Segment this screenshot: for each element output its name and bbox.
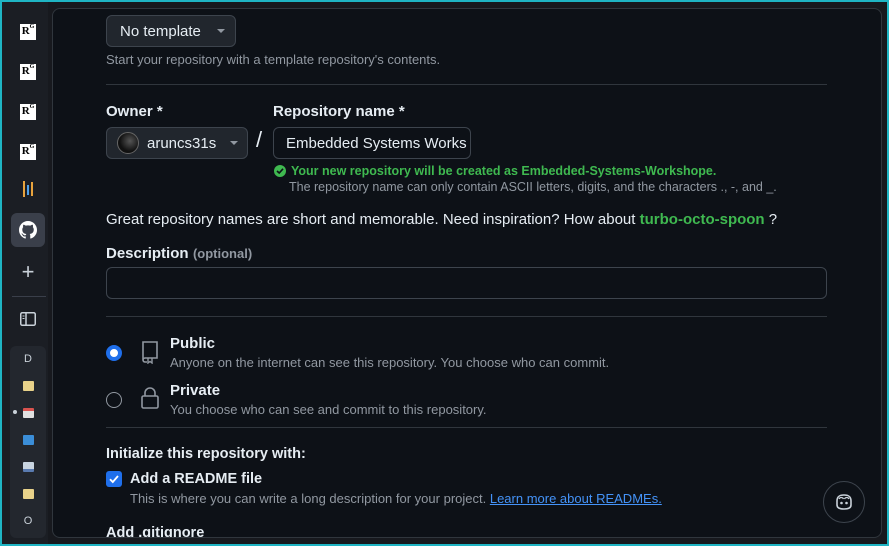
notepad-icon <box>22 489 34 499</box>
sidebar-app-3[interactable]: RG <box>11 95 45 129</box>
description-label-text: Description <box>106 245 189 262</box>
public-radio[interactable] <box>106 345 122 361</box>
caret-down-icon <box>230 141 239 145</box>
private-title: Private <box>170 382 221 399</box>
sidebar-tab-chart[interactable] <box>20 459 36 475</box>
public-title: Public <box>170 335 216 352</box>
caret-down-icon <box>216 29 225 33</box>
sidebar-tab-folder[interactable] <box>20 432 36 448</box>
init-heading: Initialize this repository with: <box>106 446 306 462</box>
sidebar-panel-icon <box>20 312 36 326</box>
name-inspiration: Great repository names are short and mem… <box>106 211 777 228</box>
folder-icon <box>22 435 34 445</box>
avatar <box>117 132 139 154</box>
owner-value: aruncs31s <box>147 134 217 152</box>
private-desc: You choose who can see and commit to thi… <box>170 402 487 417</box>
calendar-icon <box>22 408 34 418</box>
check-circle-icon <box>274 165 286 177</box>
app-sidebar: RG RG RG RG + D O <box>2 2 48 544</box>
sidebar-github[interactable] <box>11 213 45 247</box>
private-radio[interactable] <box>106 392 122 408</box>
readme-learn-more-link[interactable]: Learn more about READMEs. <box>490 491 662 506</box>
github-icon <box>19 221 37 239</box>
sidebar-tab-calendar[interactable] <box>20 405 36 421</box>
sidebar-tab-o[interactable]: O <box>20 513 36 529</box>
template-select[interactable]: No template <box>106 15 236 47</box>
optional-tag: (optional) <box>192 246 253 261</box>
description-label: Description (optional) <box>106 245 252 263</box>
sidebar-chart-app[interactable] <box>11 172 45 206</box>
repo-name-label: Repository name * <box>273 103 405 120</box>
rg-logo-icon: RG <box>20 144 36 160</box>
readme-label: Add a README file <box>130 471 263 487</box>
public-desc: Anyone on the internet can see this repo… <box>170 355 610 370</box>
repo-name-rules: The repository name can only contain ASC… <box>289 180 777 194</box>
repo-availability-text: Your new repository will be created as E… <box>291 164 717 178</box>
create-repo-panel: No template Start your repository with a… <box>52 8 882 538</box>
active-tab-dot <box>13 410 17 414</box>
sidebar-tab-d[interactable]: D <box>20 351 36 367</box>
lock-icon <box>141 387 159 409</box>
sidebar-app-4[interactable]: RG <box>11 135 45 169</box>
readme-desc-text: This is where you can write a long descr… <box>130 491 487 506</box>
repo-availability-message: Your new repository will be created as E… <box>274 164 716 178</box>
sidebar-toggle-panel[interactable] <box>11 302 45 336</box>
sidebar-app-2[interactable]: RG <box>11 55 45 89</box>
owner-label: Owner * <box>106 103 163 120</box>
divider <box>106 316 827 317</box>
chart-icon <box>22 462 34 472</box>
notepad-icon <box>22 381 34 391</box>
divider <box>106 84 827 85</box>
readme-desc: This is where you can write a long descr… <box>130 491 662 506</box>
readme-checkbox[interactable] <box>106 471 122 487</box>
sidebar-add-button[interactable]: + <box>11 255 45 289</box>
bar-chart-icon <box>23 181 33 197</box>
sidebar-tab-notes[interactable] <box>20 378 36 394</box>
template-select-label: No template <box>120 22 201 40</box>
inspiration-suffix: ? <box>764 211 778 228</box>
suggested-name-link[interactable]: turbo-octo-spoon <box>640 211 765 228</box>
rg-logo-icon: RG <box>20 64 36 80</box>
sidebar-tab-notes-2[interactable] <box>20 486 36 502</box>
repo-icon <box>142 341 158 364</box>
gitignore-label: Add .gitignore <box>106 525 205 538</box>
copilot-button[interactable] <box>823 481 865 523</box>
template-help: Start your repository with a template re… <box>106 52 441 67</box>
inspiration-text: Great repository names are short and mem… <box>106 211 636 228</box>
sidebar-app-1[interactable]: RG <box>11 15 45 49</box>
rg-logo-icon: RG <box>20 104 36 120</box>
owner-repo-separator: / <box>256 127 263 152</box>
copilot-icon <box>836 494 852 510</box>
owner-select[interactable]: aruncs31s <box>106 127 248 159</box>
sidebar-divider <box>12 296 46 297</box>
plus-icon: + <box>21 259 35 284</box>
repo-name-input[interactable]: Embedded Systems Works <box>273 127 471 159</box>
checkmark-icon <box>109 475 119 484</box>
rg-logo-icon: RG <box>20 24 36 40</box>
description-input[interactable] <box>106 267 827 299</box>
divider <box>106 427 827 428</box>
